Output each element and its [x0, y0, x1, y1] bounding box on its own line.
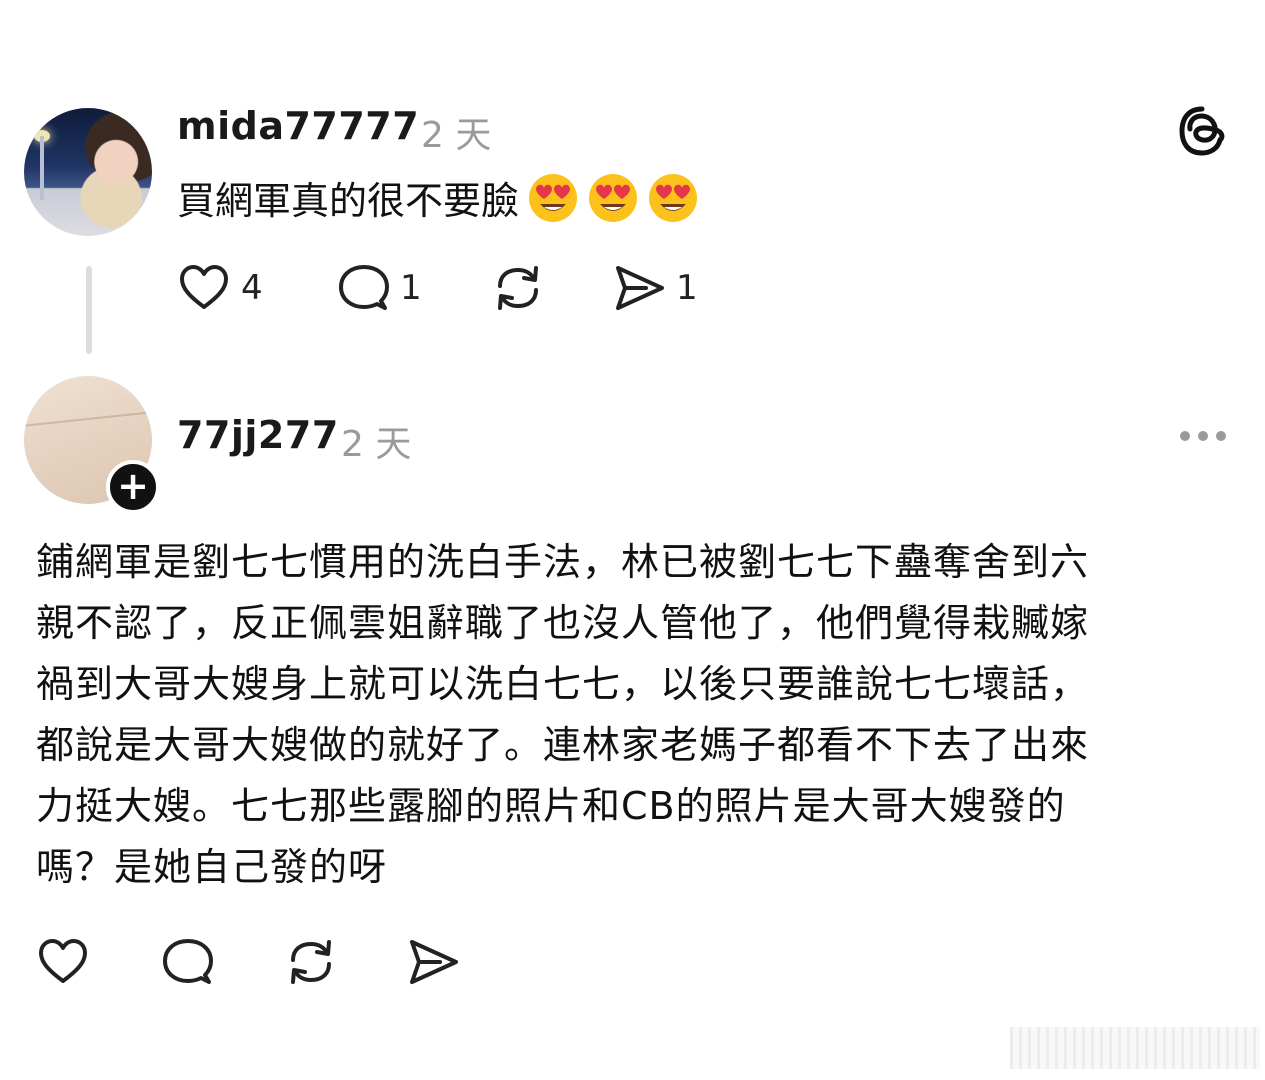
comment-icon: [163, 939, 213, 984]
more-icon[interactable]: [1180, 431, 1226, 441]
avatar[interactable]: [24, 108, 152, 236]
follow-button[interactable]: +: [106, 460, 160, 514]
scroll-indicator: [1010, 1027, 1260, 1069]
post-text-line: 親不認了，反正佩雲姐辭職了也沒人管他了，他們覺得栽贓嫁: [36, 601, 1090, 645]
more-dot: [1180, 431, 1190, 441]
repost-button[interactable]: [491, 261, 545, 315]
repost-button[interactable]: [284, 935, 338, 989]
thread-connector-line: [86, 266, 92, 354]
threads-logo-icon[interactable]: [1176, 105, 1228, 157]
like-count: 4: [241, 268, 263, 308]
share-button[interactable]: [406, 935, 460, 989]
post-text-line: 嗎？是她自己發的呀: [36, 845, 388, 889]
post-text-line: 力挺大嫂。七七那些露腳的照片和CB的照片是大哥大嫂發的: [36, 784, 1066, 828]
share-button[interactable]: 1: [612, 261, 698, 315]
post-text: 買網軍真的很不要臉: [177, 172, 699, 228]
reply-button[interactable]: 1: [336, 261, 422, 315]
timestamp: 2 天: [421, 115, 492, 156]
post-text-line: 都說是大哥大嫂做的就好了。連林家老媽子都看不下去了出來: [36, 723, 1090, 767]
like-button[interactable]: 4: [177, 261, 263, 315]
repost-icon: [291, 940, 331, 984]
heart-eyes-emoji: [529, 174, 578, 222]
heart-icon: [39, 939, 87, 983]
street-lamp-pole: [40, 136, 44, 200]
post-text-line: 鋪網軍是劉七七慣用的洗白手法，林已被劉七七下蠱奪舍到六: [36, 540, 1090, 584]
reply-button[interactable]: [160, 935, 214, 989]
more-dot: [1198, 431, 1208, 441]
reply-count: 1: [400, 268, 422, 308]
post-text-line: 禍到大哥大嫂身上就可以洗白七七，以後只要誰說七七壞話，: [36, 662, 1090, 706]
heart-icon: [180, 265, 228, 309]
post-text-content: 買網軍真的很不要臉: [177, 179, 520, 223]
timestamp: 2 天: [341, 424, 412, 465]
send-icon: [410, 940, 458, 984]
share-count: 1: [676, 268, 698, 308]
avatar-texture: [24, 411, 152, 427]
like-button[interactable]: [36, 935, 90, 989]
username[interactable]: mida77777: [177, 104, 419, 148]
more-dot: [1216, 431, 1226, 441]
heart-eyes-emoji: [589, 174, 638, 222]
heart-eyes-emoji: [649, 174, 698, 222]
repost-icon: [498, 266, 538, 310]
username[interactable]: 77jj277: [177, 413, 339, 457]
post-text: 鋪網軍是劉七七慣用的洗白手法，林已被劉七七下蠱奪舍到六 親不認了，反正佩雲姐辭職…: [36, 532, 1236, 898]
comment-icon: [339, 265, 389, 310]
send-icon: [616, 266, 664, 310]
